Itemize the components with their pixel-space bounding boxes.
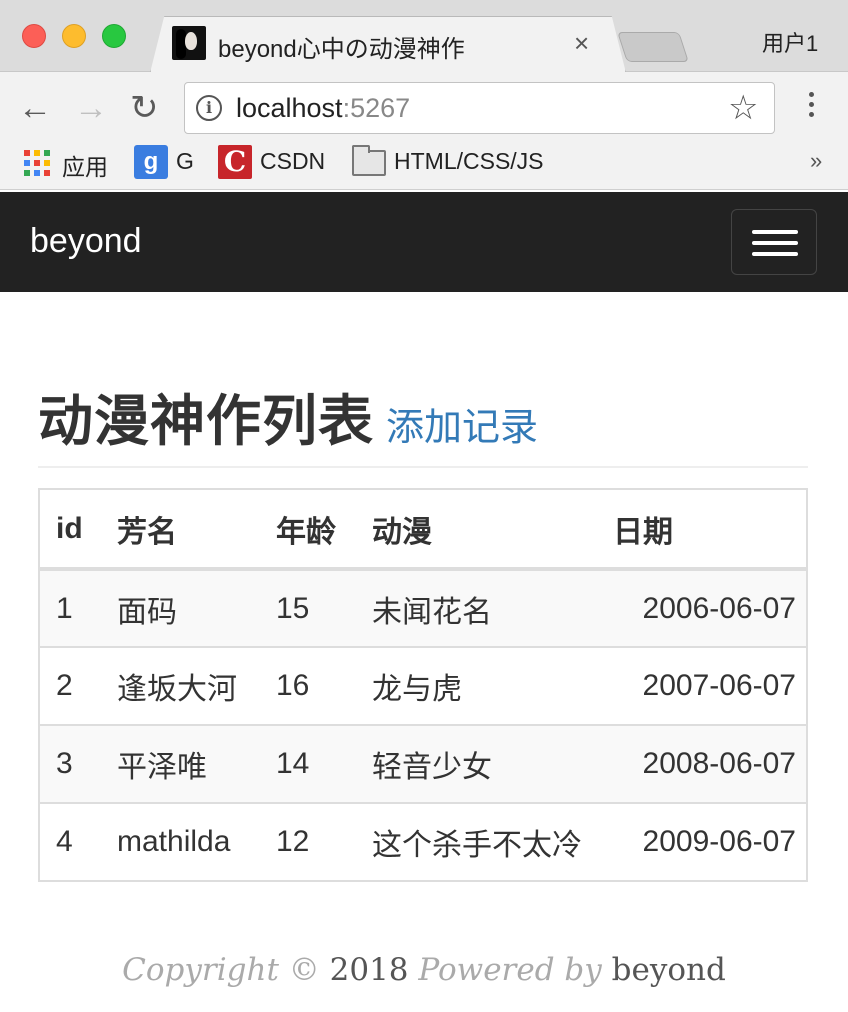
footer-year: 2018 [329, 952, 409, 988]
apps-icon[interactable] [24, 150, 50, 176]
cell-date: 2008-06-07 [611, 724, 807, 804]
url-text[interactable]: localhost:5267 [236, 93, 410, 124]
cell-date: 2009-06-07 [611, 802, 807, 882]
new-tab-button[interactable] [617, 32, 689, 62]
google-icon[interactable]: g [134, 145, 168, 179]
bookmarks-overflow-icon[interactable]: » [810, 148, 822, 174]
table-row: 1 面码 15 未闻花名 2006-06-07 [39, 568, 807, 648]
csdn-icon[interactable]: C [218, 145, 252, 179]
cell-date: 2007-06-07 [611, 646, 807, 726]
bookmark-apps[interactable]: 应用 [62, 148, 108, 182]
bookmark-csdn[interactable]: CSDN [260, 148, 325, 175]
cell-anime: 轻音少女 [356, 724, 611, 804]
footer-author: beyond [611, 952, 726, 988]
info-icon[interactable]: i [196, 95, 222, 121]
url-port: :5267 [342, 93, 411, 123]
navbar-brand[interactable]: beyond [30, 222, 142, 261]
anime-table: id 芳名 年龄 动漫 日期 1 面码 15 未闻花名 2006-06-07 2… [38, 488, 808, 882]
footer-copyright: Copyright © [122, 952, 320, 988]
column-header-name: 芳名 [101, 488, 260, 571]
cell-anime: 这个杀手不太冷 [356, 802, 611, 882]
profile-button[interactable]: 用户1 [762, 26, 818, 58]
cell-age: 15 [260, 568, 356, 648]
page-title: 动漫神作列表 [38, 390, 375, 452]
minimize-window-button[interactable] [62, 24, 86, 48]
forward-icon[interactable]: → [74, 88, 108, 128]
star-icon[interactable]: ☆ [728, 88, 758, 128]
menu-icon[interactable] [802, 92, 820, 124]
reload-icon[interactable]: ↻ [130, 88, 159, 128]
cell-id: 2 [39, 646, 101, 726]
add-record-link[interactable]: 添加记录 [386, 407, 538, 449]
navbar-toggle-button[interactable] [731, 209, 817, 275]
cell-name: 平泽唯 [101, 724, 260, 804]
bookmark-g[interactable]: G [176, 148, 194, 175]
page-header: 动漫神作列表 添加记录 [38, 376, 808, 468]
table-row: 4 mathilda 12 这个杀手不太冷 2009-06-07 [39, 802, 807, 882]
cell-age: 16 [260, 646, 356, 726]
column-header-date: 日期 [611, 488, 807, 571]
cell-name: mathilda [101, 802, 260, 882]
cell-anime: 未闻花名 [356, 568, 611, 648]
back-icon[interactable]: ← [18, 88, 52, 128]
cell-name: 逢坂大河 [101, 646, 260, 726]
table-header-row: id 芳名 年龄 动漫 日期 [39, 488, 807, 571]
footer: Copyright © 2018 Powered by beyond [0, 952, 848, 988]
cell-date: 2006-06-07 [611, 568, 807, 648]
table-row: 3 平泽唯 14 轻音少女 2008-06-07 [39, 724, 807, 804]
tab-title: beyond心中の动漫神作 [218, 36, 465, 63]
folder-icon[interactable] [352, 145, 386, 176]
table-row: 2 逢坂大河 16 龙与虎 2007-06-07 [39, 646, 807, 726]
cell-id: 4 [39, 802, 101, 882]
bookmark-folder[interactable]: HTML/CSS/JS [394, 148, 544, 175]
maximize-window-button[interactable] [102, 24, 126, 48]
cell-id: 1 [39, 568, 101, 648]
cell-age: 14 [260, 724, 356, 804]
url-host: localhost [236, 93, 343, 123]
column-header-age: 年龄 [260, 488, 356, 571]
cell-name: 面码 [101, 568, 260, 648]
cell-id: 3 [39, 724, 101, 804]
close-window-button[interactable] [22, 24, 46, 48]
tab-close-icon[interactable]: × [574, 28, 589, 58]
footer-powered-by: Powered by [418, 952, 602, 988]
tab-favicon-icon [172, 26, 206, 60]
cell-anime: 龙与虎 [356, 646, 611, 726]
column-header-anime: 动漫 [356, 488, 611, 571]
column-header-id: id [39, 488, 101, 571]
cell-age: 12 [260, 802, 356, 882]
